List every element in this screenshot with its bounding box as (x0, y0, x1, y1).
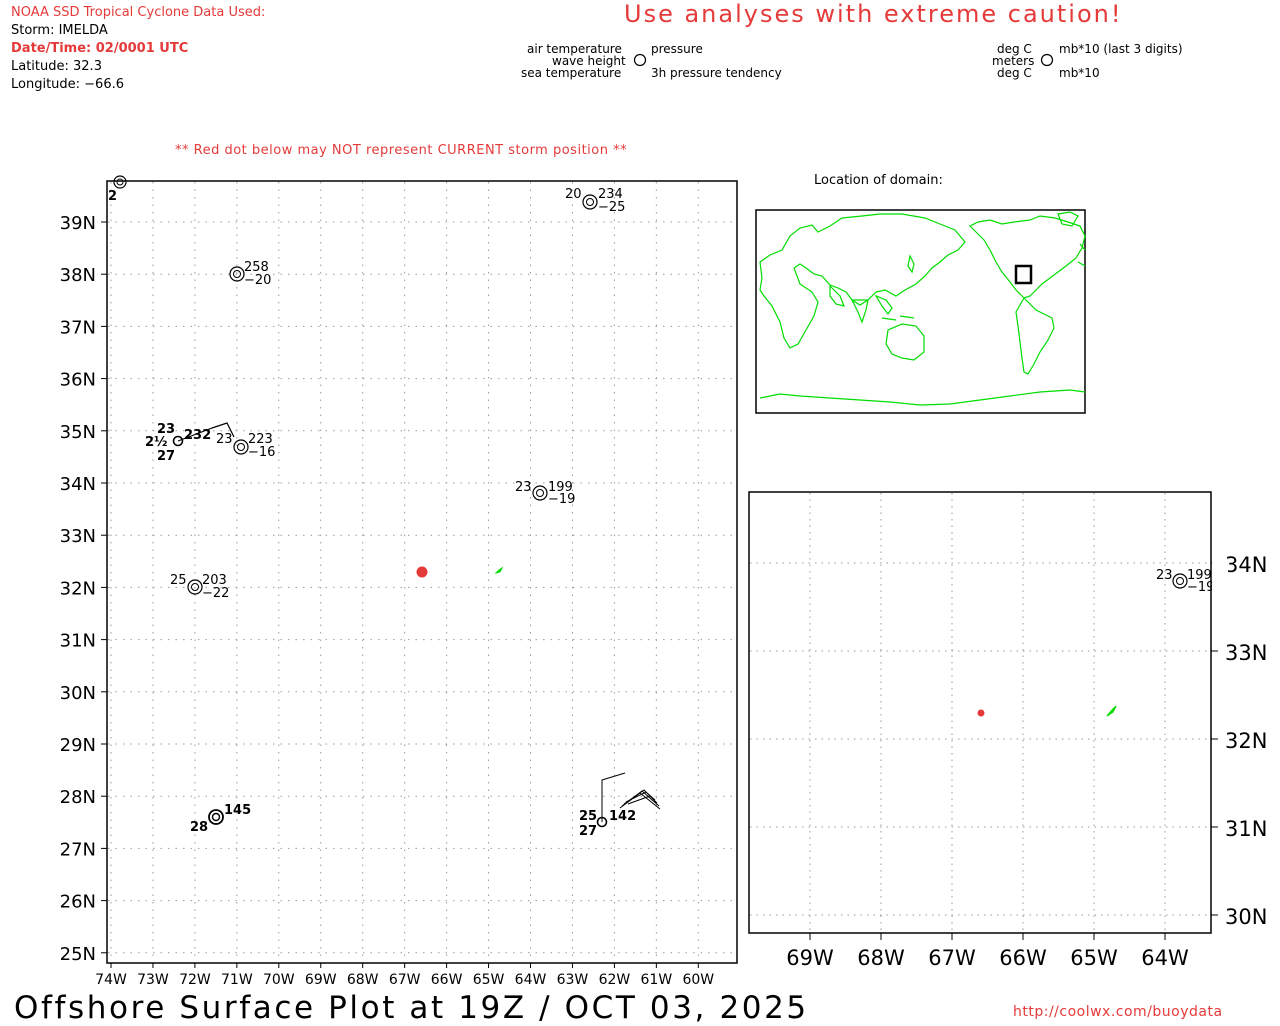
station-circle (1172, 573, 1188, 589)
source-url-link[interactable]: http://coolwx.com/buoydata (1013, 1004, 1223, 1020)
lat-label: 30N (1225, 905, 1267, 929)
lon-label: 67W (928, 946, 976, 970)
zoom-map-longitude-labels: 69W 68W 67W 66W 65W 64W (786, 933, 1189, 970)
zoom-storm-position-dot (977, 709, 985, 717)
zoom-frame-mask (1212, 560, 1228, 600)
lon-label: 66W (999, 946, 1047, 970)
lat-label: 33N (1225, 641, 1267, 665)
zoom-map-latitude-labels: 34N 33N 32N 31N 30N (1211, 553, 1267, 929)
zoom-map: 34N33N32N31N30N 69W 68W 67W 66W 65W 64W 23 19… (748, 491, 1267, 970)
lon-label: 64W (1141, 946, 1189, 970)
lon-label: 65W (1070, 946, 1118, 970)
lat-label: 34N (1225, 553, 1267, 577)
lon-label: 68W (857, 946, 905, 970)
lat-label: 31N (1225, 817, 1267, 841)
station-tendency: −19 (1187, 580, 1214, 595)
station-air-temp: 23 (1156, 568, 1173, 583)
station-circle-inner (1176, 577, 1184, 585)
zoom-bermuda-coastline (1106, 705, 1117, 717)
plot-title: Offshore Surface Plot at 19Z / OCT 03, 2… (14, 990, 809, 1026)
lat-label: 32N (1225, 729, 1267, 753)
lon-label: 69W (786, 946, 834, 970)
